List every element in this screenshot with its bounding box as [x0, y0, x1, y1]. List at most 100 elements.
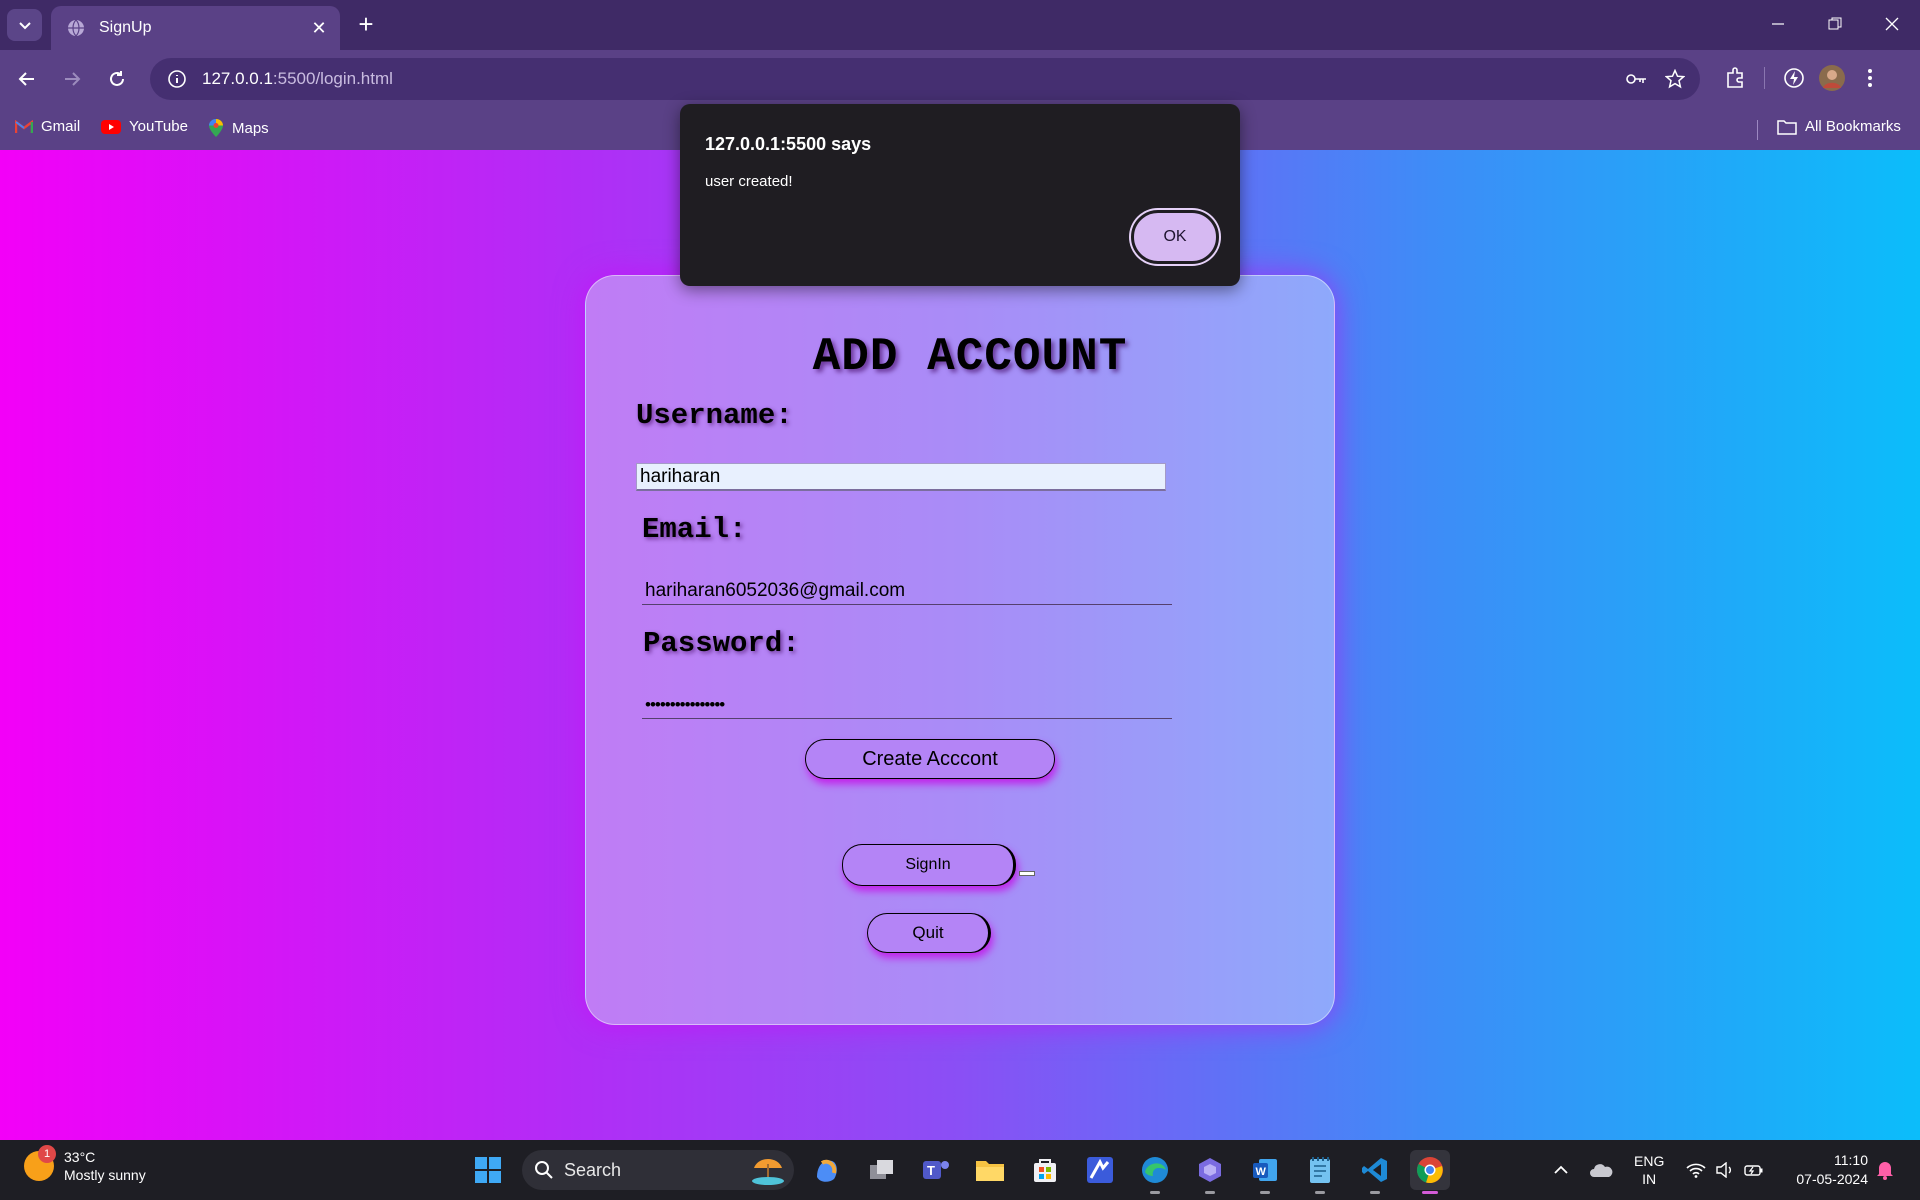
weather-text: Mostly sunny	[64, 1167, 146, 1183]
dialog-message: user created!	[705, 173, 793, 190]
svg-text:W: W	[1256, 1166, 1267, 1178]
reload-icon[interactable]	[101, 63, 133, 95]
toolbar-separator	[1764, 67, 1765, 89]
volume-icon	[1716, 1162, 1731, 1178]
tab-title: SignUp	[99, 19, 152, 36]
dialog-title: 127.0.0.1:5500 says	[705, 134, 872, 154]
lang-bottom: IN	[1642, 1171, 1657, 1187]
all-bookmarks-label: All Bookmarks	[1805, 118, 1901, 135]
notifications-bell-icon[interactable]	[1876, 1140, 1894, 1200]
search-icon	[535, 1161, 553, 1179]
svg-text:T: T	[927, 1163, 935, 1178]
start-button[interactable]	[468, 1150, 508, 1190]
address-bar[interactable]: 127.0.0.1:5500/login.html	[150, 58, 1700, 100]
gmail-icon	[15, 119, 33, 133]
ok-button[interactable]: OK	[1131, 210, 1219, 264]
bookmark-label: Gmail	[41, 118, 81, 135]
bookmark-label: YouTube	[129, 118, 188, 135]
page-title: ADD ACCOUNT	[812, 331, 1128, 383]
clock[interactable]: 11:10 07-05-2024	[1796, 1151, 1868, 1189]
url-host: 127.0.0.1	[202, 69, 273, 88]
running-indicator	[1315, 1191, 1325, 1194]
bookmark-label: Maps	[232, 119, 269, 137]
weather-badge: 1	[38, 1145, 56, 1163]
bookmark-star-icon[interactable]	[1656, 60, 1694, 98]
weather-widget[interactable]: 1 33°C Mostly sunny	[24, 1145, 146, 1184]
menu-icon[interactable]	[1851, 59, 1889, 97]
email-input[interactable]: hariharan6052036@gmail.com	[642, 577, 1172, 605]
taskbar-search[interactable]: Search	[522, 1150, 794, 1190]
restore-icon[interactable]	[1806, 0, 1863, 48]
all-bookmarks[interactable]: All Bookmarks	[1777, 118, 1901, 135]
extensions-icon[interactable]	[1716, 59, 1754, 97]
window-controls	[1749, 0, 1920, 48]
chrome-icon[interactable]	[1410, 1150, 1450, 1194]
language-indicator[interactable]: ENG IN	[1634, 1140, 1664, 1200]
close-tab-icon[interactable]: ✕	[308, 17, 330, 39]
forward-icon[interactable]	[56, 63, 88, 95]
minimize-icon[interactable]	[1749, 0, 1806, 48]
bookmark-maps[interactable]: Maps	[208, 118, 269, 138]
maps-icon	[209, 119, 223, 137]
file-explorer-icon[interactable]	[970, 1150, 1010, 1190]
task-view-icon[interactable]	[862, 1150, 902, 1190]
password-input[interactable]: ••••••••••••••••	[642, 691, 1172, 719]
notepad-icon[interactable]	[1300, 1150, 1340, 1194]
clock-time: 11:10	[1834, 1152, 1868, 1168]
create-account-button[interactable]: Create Acccont	[805, 739, 1055, 779]
password-label: Password:	[643, 627, 800, 660]
url-path: :5500/login.html	[272, 69, 393, 88]
weather-sun-icon: 1	[24, 1145, 56, 1181]
wifi-icon	[1686, 1163, 1706, 1178]
tab-search-button[interactable]	[7, 9, 42, 41]
alert-dialog: 127.0.0.1:5500 says user created! OK	[680, 104, 1240, 286]
clock-date: 07-05-2024	[1796, 1171, 1868, 1187]
teams-icon[interactable]: T	[916, 1150, 956, 1190]
close-window-icon[interactable]	[1863, 0, 1920, 48]
performance-icon[interactable]	[1775, 59, 1813, 97]
taskbar: 1 33°C Mostly sunny Search T W ENG IN 11…	[0, 1140, 1920, 1200]
url-text[interactable]: 127.0.0.1:5500/login.html	[202, 69, 1618, 89]
username-label: Username:	[636, 399, 793, 432]
profile-avatar[interactable]	[1813, 59, 1851, 97]
bookmarks-separator	[1757, 120, 1758, 140]
app-icon-purple[interactable]	[1190, 1150, 1230, 1194]
onedrive-icon[interactable]	[1589, 1140, 1613, 1200]
username-input[interactable]: hariharan	[636, 463, 1166, 491]
temperature: 33°C	[64, 1149, 96, 1165]
battery-icon	[1744, 1165, 1763, 1176]
folder-icon	[1777, 119, 1797, 135]
toolbar-right	[1716, 59, 1889, 97]
browser-tab[interactable]: SignUp ✕	[51, 6, 340, 50]
word-icon[interactable]: W	[1245, 1150, 1285, 1194]
browser-toolbar: 127.0.0.1:5500/login.html	[0, 50, 1920, 108]
beach-umbrella-icon	[752, 1159, 784, 1185]
store-icon[interactable]	[1025, 1150, 1065, 1190]
small-control[interactable]	[1019, 871, 1035, 876]
running-indicator	[1260, 1191, 1270, 1194]
browser-titlebar: SignUp ✕ +	[0, 0, 1920, 50]
chevron-down-icon	[18, 22, 31, 30]
lang-top: ENG	[1634, 1153, 1665, 1169]
running-indicator	[1150, 1191, 1160, 1194]
edge-icon[interactable]	[1135, 1150, 1175, 1194]
youtube-icon	[101, 119, 121, 134]
back-icon[interactable]	[11, 63, 43, 95]
app-icon-blue[interactable]	[1080, 1150, 1120, 1190]
running-indicator	[1205, 1191, 1215, 1194]
globe-icon	[68, 19, 84, 37]
quick-settings[interactable]	[1686, 1140, 1764, 1200]
signin-button[interactable]: SignIn	[842, 844, 1016, 886]
site-info-icon[interactable]	[156, 58, 198, 100]
new-tab-button[interactable]: +	[352, 10, 380, 38]
active-indicator	[1422, 1191, 1438, 1194]
quit-button[interactable]: Quit	[867, 913, 991, 953]
show-hidden-icons[interactable]	[1553, 1140, 1569, 1200]
copilot-app-icon[interactable]	[807, 1150, 847, 1190]
password-key-icon[interactable]	[1618, 60, 1656, 98]
search-placeholder: Search	[564, 1159, 622, 1180]
vscode-icon[interactable]	[1355, 1150, 1395, 1194]
bookmark-gmail[interactable]: Gmail	[15, 118, 80, 135]
page-viewport: ADD ACCOUNT Username: hariharan Email: h…	[0, 150, 1920, 1140]
bookmark-youtube[interactable]: YouTube	[101, 118, 188, 135]
